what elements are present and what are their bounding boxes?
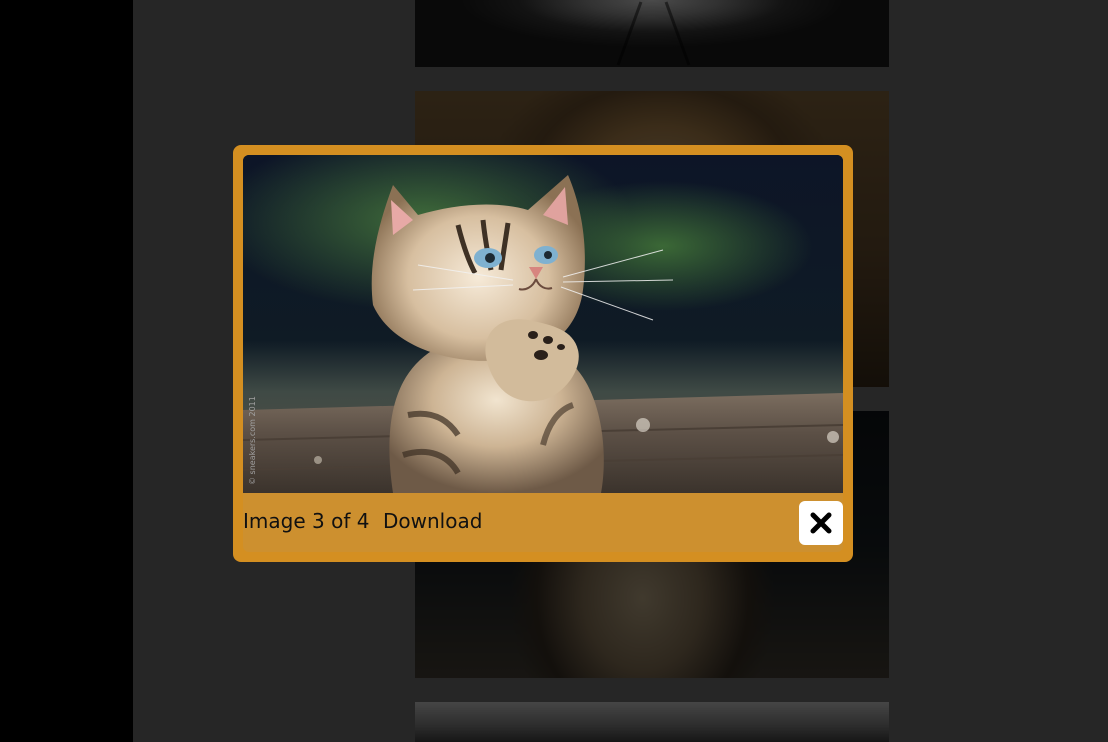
lightbox-caption-bar: Image 3 of 4 Download <box>243 493 843 552</box>
image-counter: Image 3 of 4 <box>243 509 370 533</box>
close-button[interactable] <box>799 501 843 545</box>
gallery-thumbnail-tiger[interactable] <box>415 0 889 67</box>
image-watermark: © sneakers.com 2011 <box>248 396 257 485</box>
lightbox-image: © sneakers.com 2011 <box>243 155 843 493</box>
download-link[interactable]: Download <box>383 509 482 533</box>
lightbox-modal: © sneakers.com 2011 Image 3 of 4 Downloa… <box>233 145 853 562</box>
page: © sneakers.com 2011 Image 3 of 4 Downloa… <box>0 0 1108 742</box>
gallery-thumbnail-fluffy-cat[interactable] <box>415 702 889 742</box>
left-gutter <box>0 0 133 742</box>
close-icon <box>810 512 832 534</box>
